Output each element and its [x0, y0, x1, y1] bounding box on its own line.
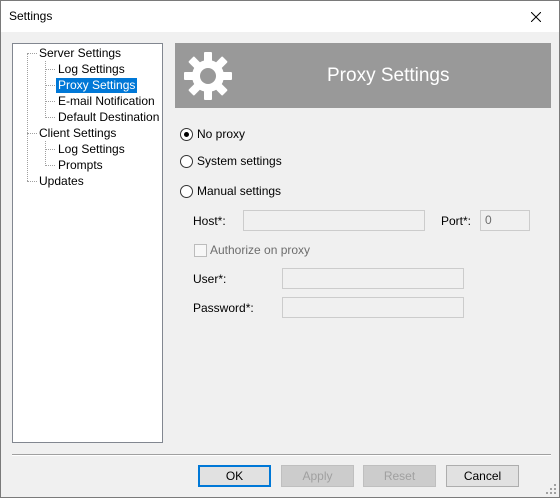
- user-label: User*:: [193, 272, 227, 286]
- tree-item-updates[interactable]: Updates: [37, 174, 86, 189]
- authorize-label: Authorize on proxy: [210, 243, 311, 257]
- port-label: Port*:: [441, 214, 472, 228]
- tree-item-proxy-settings[interactable]: Proxy Settings: [56, 78, 138, 93]
- manual-settings-radio[interactable]: [180, 184, 193, 198]
- tree-item-server-settings[interactable]: Server Settings: [37, 46, 123, 61]
- tree-item-default-destination[interactable]: Default Destination: [56, 110, 161, 125]
- page-title: Proxy Settings: [327, 65, 450, 86]
- tree-item-client-log-settings[interactable]: Log Settings: [56, 142, 127, 157]
- no-proxy-label: No proxy: [197, 127, 246, 141]
- page-header: Proxy Settings: [175, 43, 551, 108]
- settings-window: Settings Server Settings Log Settings Pr…: [0, 0, 560, 498]
- password-label: Password*:: [193, 301, 254, 315]
- close-button[interactable]: [513, 1, 559, 32]
- apply-button[interactable]: Apply: [281, 465, 354, 487]
- window-title: Settings: [9, 9, 53, 23]
- system-settings-label: System settings: [197, 154, 282, 168]
- manual-settings-label: Manual settings: [197, 184, 282, 198]
- host-input[interactable]: [243, 210, 425, 231]
- tree-item-prompts[interactable]: Prompts: [56, 158, 105, 173]
- port-input[interactable]: 0: [480, 210, 530, 231]
- resize-grip-icon[interactable]: [546, 484, 556, 494]
- system-settings-option[interactable]: System settings: [180, 154, 282, 168]
- tree-item-server-log-settings[interactable]: Log Settings: [56, 62, 127, 77]
- system-settings-radio[interactable]: [180, 154, 193, 168]
- password-input[interactable]: [282, 297, 464, 318]
- no-proxy-option[interactable]: No proxy: [180, 127, 245, 141]
- ok-button[interactable]: OK: [198, 465, 271, 487]
- gear-icon: [184, 52, 232, 100]
- manual-settings-option[interactable]: Manual settings: [180, 184, 281, 198]
- close-icon: [531, 11, 541, 22]
- cancel-button[interactable]: Cancel: [446, 465, 519, 487]
- authorize-checkbox[interactable]: [194, 244, 207, 257]
- settings-tree[interactable]: Server Settings Log Settings Proxy Setti…: [12, 43, 163, 443]
- host-label: Host*:: [193, 214, 226, 228]
- title-bar[interactable]: Settings: [1, 1, 559, 32]
- no-proxy-radio[interactable]: [180, 127, 193, 141]
- divider-highlight: [12, 455, 551, 456]
- tree-item-email-notification[interactable]: E-mail Notification: [56, 94, 157, 109]
- user-input[interactable]: [282, 268, 464, 289]
- reset-button[interactable]: Reset: [363, 465, 436, 487]
- tree-item-client-settings[interactable]: Client Settings: [37, 126, 118, 141]
